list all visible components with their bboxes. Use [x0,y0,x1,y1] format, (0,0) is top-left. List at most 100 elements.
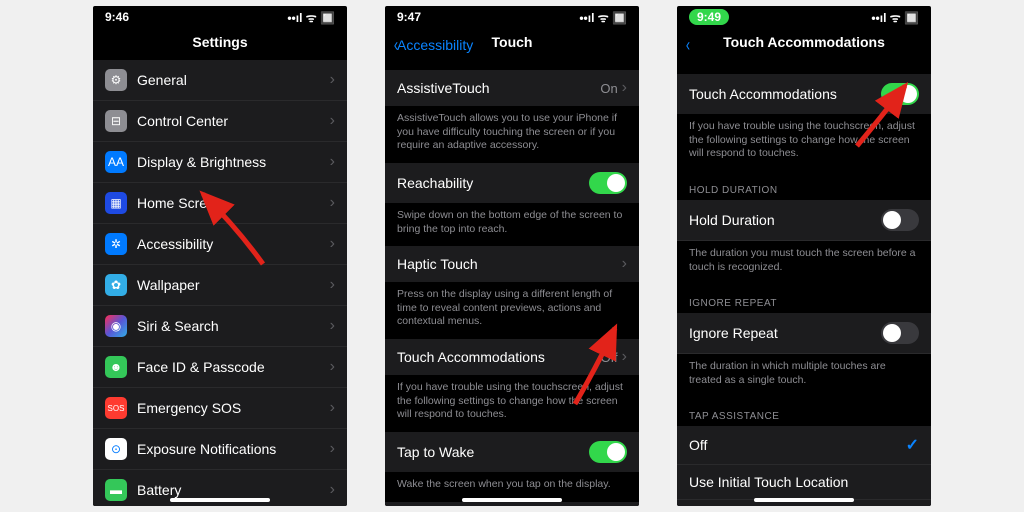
row-icon: ⊟ [105,110,127,132]
home-indicator[interactable] [462,498,562,502]
settings-row[interactable]: ⊙ Exposure Notifications› [93,429,347,470]
navbar: Settings [93,28,347,56]
settings-row[interactable]: ▦ Home Screen› [93,183,347,224]
status-time: 9:49 [689,9,729,25]
row-label: Off [689,437,906,453]
chevron-right-icon: › [330,399,335,417]
tap-option[interactable]: Use Initial Touch Location [677,465,931,500]
footer-text: If you have trouble using the touchscree… [677,114,931,171]
row-label: Tap to Wake [397,444,589,460]
settings-row[interactable]: AADisplay & Brightness› [93,142,347,183]
back-button[interactable]: ‹ [685,34,689,55]
section-header: TAP ASSISTANCE [677,397,931,426]
page-title: Touch [492,34,533,50]
footer-text: The duration you must touch the screen b… [677,241,931,284]
footer-text: If you have trouble using the touchscree… [385,375,639,432]
footer-text: Swipe down on the bottom edge of the scr… [385,203,639,246]
row-label: AssistiveTouch [397,80,600,96]
status-bar: 9:46 ••ıl ᯤ 🔲 [93,6,347,28]
chevron-right-icon: › [622,79,627,97]
row-icon: ⊙ [105,438,127,460]
tap-option[interactable]: Off✓ [677,426,931,465]
row-label: Reachability [397,175,589,191]
settings-row[interactable]: ✿ Wallpaper› [93,265,347,306]
row-hold-duration[interactable]: Hold Duration [677,200,931,241]
chevron-right-icon: › [330,440,335,458]
row-icon: AA [105,151,127,173]
touch-row[interactable]: Reachability [385,163,639,203]
touch-row[interactable]: Touch AccommodationsOff› [385,339,639,375]
chevron-left-icon: ‹ [686,35,690,56]
settings-row[interactable]: ⚙ General› [93,60,347,101]
row-label: Face ID & Passcode [137,359,330,375]
phone-touch-accommodations: 9:49 ••ıl ᯤ 🔲 ‹ Touch Accommodations Tou… [677,6,931,506]
settings-row[interactable]: ◉Siri & Search› [93,306,347,347]
phone-touch: 9:47 ••ıl ᯤ 🔲 ‹Accessibility Touch Assis… [385,6,639,506]
row-icon: ☻ [105,356,127,378]
settings-row[interactable]: ✲ Accessibility› [93,224,347,265]
back-button[interactable]: ‹Accessibility [393,34,473,55]
row-touch-accommodations[interactable]: Touch Accommodations [677,74,931,114]
touch-row[interactable]: Tap to Wake [385,432,639,472]
row-icon: ◉ [105,315,127,337]
settings-row[interactable]: ☻ Face ID & Passcode› [93,347,347,388]
status-bar: 9:49 ••ıl ᯤ 🔲 [677,6,931,28]
section-header: IGNORE REPEAT [677,284,931,313]
chevron-right-icon: › [330,71,335,89]
status-time: 9:47 [397,10,421,24]
row-label: Control Center [137,113,330,129]
navbar: ‹ Touch Accommodations [677,28,931,56]
chevron-right-icon: › [330,317,335,335]
row-icon: ▬ [105,479,127,501]
row-icon: ✿ [105,274,127,296]
chevron-right-icon: › [622,255,627,273]
page-title: Settings [192,34,247,50]
toggle[interactable] [589,441,627,463]
status-bar: 9:47 ••ıl ᯤ 🔲 [385,6,639,28]
home-indicator[interactable] [170,498,270,502]
row-label: Haptic Touch [397,256,622,272]
home-indicator[interactable] [754,498,854,502]
row-label: Use Initial Touch Location [689,474,919,490]
toggle[interactable] [881,322,919,344]
page-title: Touch Accommodations [723,34,885,50]
chevron-right-icon: › [330,153,335,171]
row-label: Home Screen [137,195,330,211]
settings-list: ⚙General›⊟Control Center›AADisplay & Bri… [93,60,347,506]
status-icons: ••ıl ᯤ 🔲 [579,9,627,26]
chevron-right-icon: › [622,348,627,366]
touch-row[interactable]: Shake to Undo [385,502,639,506]
row-value: On [600,81,617,96]
row-icon: SOS [105,397,127,419]
chevron-right-icon: › [330,276,335,294]
status-icons: ••ıl ᯤ 🔲 [287,9,335,26]
toggle[interactable] [881,83,919,105]
row-value: Off [601,350,618,365]
row-label: Accessibility [137,236,330,252]
chevron-left-icon: ‹ [394,35,398,56]
settings-row[interactable]: SOS Emergency SOS› [93,388,347,429]
navbar: ‹Accessibility Touch [385,28,639,56]
row-ignore-repeat[interactable]: Ignore Repeat [677,313,931,354]
chevron-right-icon: › [330,112,335,130]
phone-settings: 9:46 ••ıl ᯤ 🔲 Settings ⚙General›⊟Control… [93,6,347,506]
row-icon: ⚙ [105,69,127,91]
status-time: 9:46 [105,10,129,24]
footer-text: AssistiveTouch allows you to use your iP… [385,106,639,163]
toggle[interactable] [881,209,919,231]
chevron-right-icon: › [330,235,335,253]
chevron-right-icon: › [330,194,335,212]
row-icon: ▦ [105,192,127,214]
chevron-right-icon: › [330,358,335,376]
row-label: Battery [137,482,330,498]
footer-text: Press on the display using a different l… [385,282,639,339]
touch-row[interactable]: Haptic Touch› [385,246,639,282]
toggle[interactable] [589,172,627,194]
row-label: Emergency SOS [137,400,330,416]
row-label: General [137,72,330,88]
touch-row[interactable]: AssistiveTouchOn › [385,70,639,106]
settings-row[interactable]: ⊟ Control Center› [93,101,347,142]
row-label: Exposure Notifications [137,441,330,457]
row-label: Wallpaper [137,277,330,293]
row-icon: ✲ [105,233,127,255]
